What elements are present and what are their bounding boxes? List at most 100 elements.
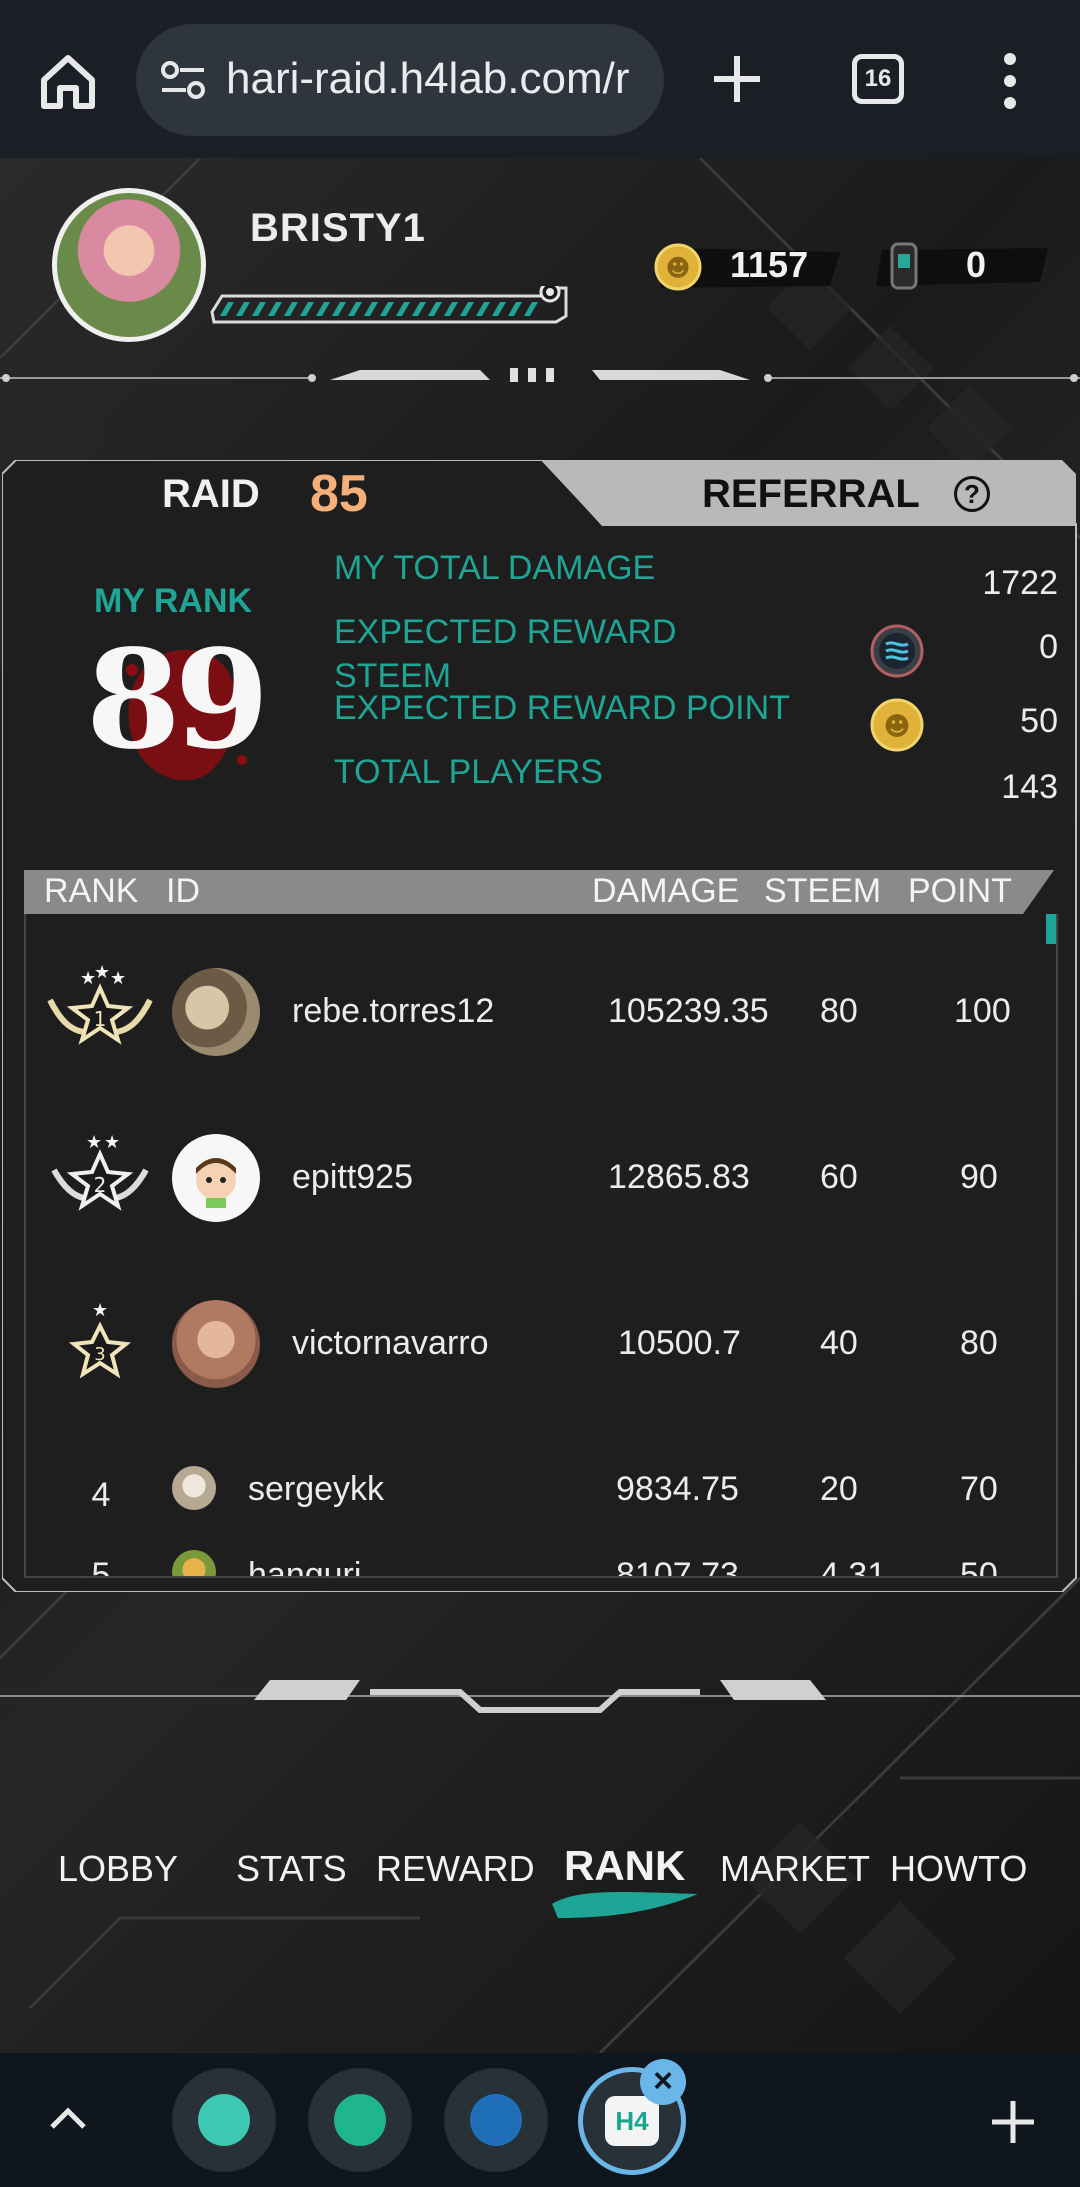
nav-lobby[interactable]: LOBBY [58, 1848, 178, 1890]
taskbar-app-3[interactable] [444, 2068, 548, 2172]
avatar[interactable] [172, 1134, 260, 1222]
xp-progress-bar [210, 286, 568, 324]
svg-text:☻: ☻ [883, 712, 910, 742]
total-players-label: TOTAL PLAYERS [334, 753, 603, 791]
header-damage: DAMAGE [592, 872, 740, 910]
reward-steem-label-line1: EXPECTED REWARD [334, 613, 677, 651]
total-players-value: 143 [1001, 768, 1058, 806]
taskbar-app-2[interactable] [308, 2068, 412, 2172]
help-icon[interactable]: ? [954, 476, 990, 512]
rank-3-badge-icon: 3 ★ [68, 1300, 132, 1379]
svg-text:★: ★ [94, 962, 110, 982]
svg-text:★: ★ [104, 1132, 120, 1152]
avatar[interactable] [172, 1466, 216, 1510]
nav-stats[interactable]: STATS [236, 1848, 347, 1890]
overflow-menu-icon[interactable] [998, 52, 1022, 110]
table-row[interactable]: 5 hanguri 8107.73 4.31 50 [26, 1536, 1056, 1578]
row-id[interactable]: victornavarro [292, 1324, 489, 1363]
row-steem: 80 [820, 992, 858, 1030]
player-name: BRISTY1 [250, 206, 426, 250]
table-row[interactable]: 1 ★ ★ ★ rebe.torres12 105239.35 80 100 [26, 954, 1056, 1074]
address-bar[interactable]: hari-raid.h4lab.com/r [136, 24, 664, 136]
steem-icon [870, 624, 924, 678]
row-id[interactable]: epitt925 [292, 1158, 413, 1197]
coin-icon: ☻ [870, 698, 924, 752]
chevron-up-icon[interactable] [48, 2103, 88, 2133]
row-rank: 4 [91, 1476, 111, 1514]
xp-stripe [524, 302, 538, 316]
rank-1-badge-icon: 1 ★★ ★ [47, 962, 153, 1045]
row-rank: 5 [91, 1556, 111, 1578]
rank-table-body[interactable]: 1 ★ ★ ★ rebe.torres12 105239.35 80 100 2 ★… [24, 914, 1058, 1578]
home-icon[interactable] [36, 50, 100, 114]
row-id[interactable]: sergeykk [248, 1470, 384, 1509]
xp-stripe [428, 302, 442, 316]
xp-stripe [348, 302, 362, 316]
tab-raid[interactable]: RAID [162, 472, 260, 517]
xp-stripe [476, 302, 490, 316]
svg-text:2: 2 [94, 1173, 107, 1197]
system-taskbar: H4 × [0, 2053, 1080, 2187]
coin-balance: 1157 [730, 244, 809, 285]
xp-stripe [412, 302, 426, 316]
table-scrollbar[interactable] [1046, 914, 1056, 944]
reward-point-label: EXPECTED REWARD POINT [334, 689, 790, 727]
xp-stripe [332, 302, 346, 316]
svg-text:☻: ☻ [665, 254, 690, 282]
browser-toolbar: hari-raid.h4lab.com/r 16 [0, 0, 1080, 158]
taskbar-app-1[interactable] [172, 2068, 276, 2172]
total-damage-label: MY TOTAL DAMAGE [334, 549, 656, 587]
ticket-balance-chip [876, 242, 1048, 290]
tab-referral[interactable]: REFERRAL [702, 472, 920, 517]
add-icon[interactable] [990, 2099, 1036, 2145]
site-settings-icon[interactable] [158, 60, 208, 100]
nav-reward[interactable]: REWARD [376, 1848, 535, 1890]
row-point: 80 [960, 1324, 998, 1362]
avatar[interactable] [172, 1550, 216, 1576]
xp-stripe [508, 302, 522, 316]
row-damage: 12865.83 [608, 1158, 750, 1196]
nav-howto[interactable]: HOWTO [890, 1848, 1027, 1890]
ranking-panel: RAID 85 REFERRAL ? MY RANK 89 MY TOTAL D… [2, 460, 1078, 1592]
table-row[interactable]: 3 ★ victornavarro 10500.7 40 80 [26, 1286, 1056, 1406]
row-damage: 9834.75 [616, 1470, 739, 1508]
table-row[interactable]: 2 ★ ★ epitt925 12865.83 60 90 [26, 1120, 1056, 1240]
nav-market[interactable]: MARKET [720, 1848, 870, 1890]
new-tab-icon[interactable] [710, 52, 764, 106]
row-damage: 105239.35 [608, 992, 769, 1030]
raid-number: 85 [310, 465, 368, 523]
bottom-nav: LOBBY STATS REWARD RANK MARKET HOWTO [0, 1842, 1080, 1928]
svg-text:★: ★ [86, 1132, 102, 1152]
xp-stripe [252, 302, 266, 316]
xp-stripe [396, 302, 410, 316]
header-point: POINT [908, 872, 1012, 910]
row-steem: 60 [820, 1158, 858, 1196]
xp-stripe [220, 302, 234, 316]
row-steem: 40 [820, 1324, 858, 1362]
header-rank: RANK [44, 872, 139, 910]
close-icon[interactable]: × [640, 2059, 686, 2105]
avatar[interactable] [172, 968, 260, 1056]
game-view: BRISTY1 ☻ 1157 0 RAID 85 REFERRAL ? MY R… [0, 158, 1080, 2053]
row-point: 90 [960, 1158, 998, 1196]
xp-stripe [380, 302, 394, 316]
svg-text:3: 3 [94, 1344, 105, 1365]
xp-stripe [284, 302, 298, 316]
header-steem: STEEM [764, 872, 882, 910]
avatar[interactable] [172, 1300, 260, 1388]
nav-rank[interactable]: RANK [564, 1842, 685, 1890]
row-id[interactable]: rebe.torres12 [292, 992, 494, 1031]
rank-table-header: RANK ID DAMAGE STEEM POINT [24, 870, 1054, 914]
reward-steem-label: EXPECTED REWARD STEEM [334, 610, 677, 698]
rank-2-badge-icon: 2 ★ ★ [51, 1132, 149, 1211]
xp-stripe [316, 302, 330, 316]
player-avatar[interactable] [52, 188, 206, 342]
tab-switcher-icon[interactable]: 16 [852, 54, 904, 104]
svg-text:1: 1 [94, 1007, 107, 1031]
header-id: ID [166, 872, 200, 910]
row-id[interactable]: hanguri [248, 1556, 361, 1576]
row-damage: 8107.73 [616, 1556, 739, 1578]
xp-stripe [236, 302, 250, 316]
url-text[interactable]: hari-raid.h4lab.com/r [226, 54, 646, 104]
h4-app-icon: H4 [605, 2096, 659, 2146]
